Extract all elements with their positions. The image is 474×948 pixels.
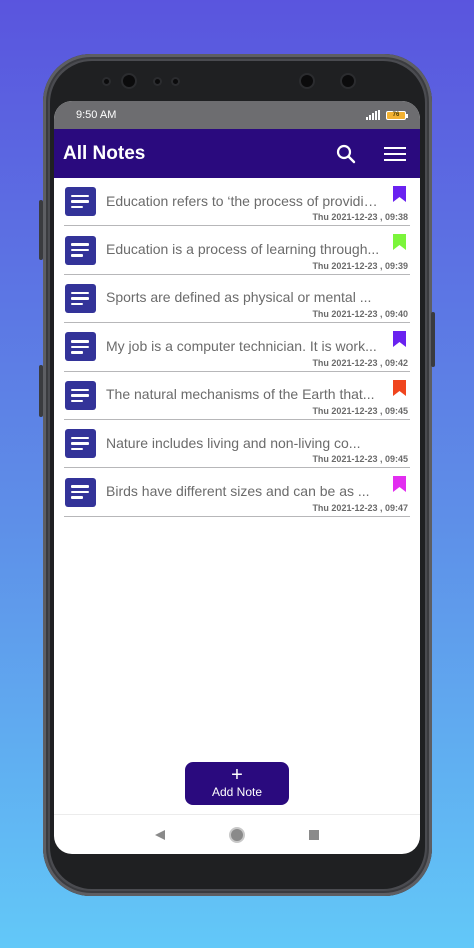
camera-icon xyxy=(342,75,354,87)
sensor-icon xyxy=(155,79,160,84)
plus-icon: + xyxy=(231,764,243,786)
note-row[interactable]: Education is a process of learning throu… xyxy=(64,226,410,275)
recents-square-icon[interactable] xyxy=(308,829,320,841)
bookmark-icon[interactable] xyxy=(393,379,406,396)
note-row[interactable]: The natural mechanisms of the Earth that… xyxy=(64,372,410,420)
note-row[interactable]: Birds have different sizes and can be as… xyxy=(64,468,410,517)
note-row[interactable]: Sports are defined as physical or mental… xyxy=(64,275,410,324)
system-nav-bar xyxy=(54,814,420,854)
sensor-icon xyxy=(104,79,109,84)
note-row[interactable]: Education refers to ‘the process of prov… xyxy=(64,178,410,227)
camera-icon xyxy=(301,75,313,87)
note-date: Thu 2021-12-23 , 09:45 xyxy=(312,454,408,465)
camera-icon xyxy=(123,75,135,87)
signal-icon xyxy=(366,110,380,120)
bookmark-icon[interactable] xyxy=(393,186,406,202)
note-row[interactable]: Nature includes living and non-living co… xyxy=(64,420,410,469)
battery-icon: 76 xyxy=(386,110,408,120)
app-bar: All Notes xyxy=(54,129,420,178)
menu-icon[interactable] xyxy=(384,146,406,162)
note-date: Thu 2021-12-23 , 09:47 xyxy=(312,502,408,513)
note-text: Nature includes living and non-living co… xyxy=(106,434,361,451)
note-text: The natural mechanisms of the Earth that… xyxy=(106,386,375,403)
document-icon xyxy=(65,477,96,507)
search-icon[interactable] xyxy=(336,144,356,164)
document-icon xyxy=(65,429,96,459)
status-icons: 76 xyxy=(366,110,408,120)
notes-list: Education refers to ‘the process of prov… xyxy=(54,178,420,517)
side-button xyxy=(39,365,43,417)
home-circle-icon[interactable] xyxy=(228,826,246,844)
back-triangle-icon[interactable] xyxy=(154,829,166,841)
page-title: All Notes xyxy=(63,142,146,164)
note-date: Thu 2021-12-23 , 09:39 xyxy=(312,260,408,271)
document-icon xyxy=(65,332,96,362)
document-icon xyxy=(65,283,96,313)
status-time: 9:50 AM xyxy=(76,109,117,121)
sensor-icon xyxy=(173,79,178,84)
bookmark-icon[interactable] xyxy=(393,331,406,348)
document-icon xyxy=(65,380,96,410)
note-row[interactable]: My job is a computer technician. It is w… xyxy=(64,323,410,372)
note-text: Education is a process of learning throu… xyxy=(106,241,380,258)
note-date: Thu 2021-12-23 , 09:42 xyxy=(312,357,408,368)
side-button xyxy=(39,200,43,260)
status-bar: 9:50 AM 76 xyxy=(54,101,420,129)
battery-level: 76 xyxy=(392,112,400,118)
note-date: Thu 2021-12-23 , 09:40 xyxy=(312,309,408,320)
note-text: Birds have different sizes and can be as… xyxy=(106,483,370,500)
note-date: Thu 2021-12-23 , 09:38 xyxy=(312,212,408,223)
bookmark-icon[interactable] xyxy=(393,476,406,493)
add-note-button[interactable]: + Add Note xyxy=(185,762,289,805)
app-bar-actions xyxy=(336,144,406,164)
note-text: Education refers to ‘the process of prov… xyxy=(106,192,382,209)
add-note-label: Add Note xyxy=(211,785,263,799)
bookmark-icon[interactable] xyxy=(393,234,406,251)
note-date: Thu 2021-12-23 , 09:45 xyxy=(312,405,408,416)
document-icon xyxy=(65,187,96,217)
note-text: Sports are defined as physical or mental… xyxy=(106,289,372,306)
side-button xyxy=(431,312,435,367)
note-text: My job is a computer technician. It is w… xyxy=(106,337,377,354)
document-icon xyxy=(65,235,96,265)
app-screen: 9:50 AM 76 All Notes Education refers to… xyxy=(54,101,420,854)
